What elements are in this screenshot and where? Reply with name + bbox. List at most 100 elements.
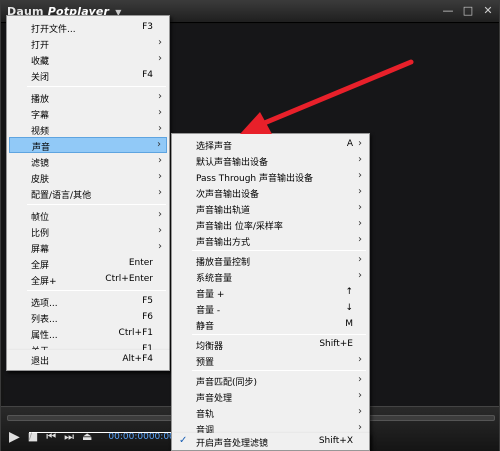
menu-item-label: 开启声音处理滤镜 <box>196 439 269 449</box>
menu-item-shortcut: ↓ <box>345 303 353 313</box>
menu-item-secondary-output[interactable]: 次声音输出设备 › <box>174 185 367 201</box>
chevron-right-icon: › <box>158 91 162 102</box>
menu-item-shortcut: Enter <box>128 258 153 268</box>
menu-item-frame[interactable]: 帧位 › <box>9 208 167 224</box>
window-controls: — □ ✕ <box>441 4 495 18</box>
menu-item-sound[interactable]: 声音 › <box>9 137 167 153</box>
chevron-right-icon: › <box>358 202 362 213</box>
menu-item-default-output[interactable]: 默认声音输出设备 › <box>174 153 367 169</box>
menu-item-options[interactable]: 选项... F5 <box>9 294 167 310</box>
chevron-right-icon: › <box>158 155 162 166</box>
menu-item-label: 静音 <box>196 322 215 332</box>
menu-item-enable-sound-filter[interactable]: ✓ 开启声音处理滤镜 Shift+X <box>174 434 367 450</box>
menu-item-open-file[interactable]: 打开文件... F3 <box>9 20 167 36</box>
menu-item-label: 全屏 <box>31 261 50 271</box>
context-menu: 打开文件... F3 打开 › 收藏 › 关闭 F4 播放 › 字幕 › 视频 › 声音 › 滤… <box>6 15 170 371</box>
minimize-icon[interactable]: — <box>441 4 455 18</box>
menu-item-output-mode[interactable]: 声音输出方式 › <box>174 233 367 249</box>
sound-submenu-footer: ✓ 开启声音处理滤镜 Shift+X <box>171 433 370 451</box>
menu-item-label: 帧位 <box>31 213 50 223</box>
menu-item-ratio[interactable]: 比例 › <box>9 224 167 240</box>
menu-item-label: 比例 <box>31 229 50 239</box>
menu-item-label: 系统音量 <box>196 274 233 284</box>
menu-item-fullscreen[interactable]: 全屏 Enter <box>9 256 167 272</box>
menu-item-playlist[interactable]: 列表... F6 <box>9 310 167 326</box>
menu-item-label: 字幕 <box>31 111 50 121</box>
menu-item-label: 属性... <box>31 331 58 341</box>
menu-separator <box>27 290 166 291</box>
menu-item-volume-control[interactable]: 播放音量控制 › <box>174 253 367 269</box>
menu-item-mute[interactable]: 静音 M <box>174 317 367 333</box>
menu-separator <box>27 204 166 205</box>
menu-item-shortcut: Ctrl+F1 <box>118 328 153 338</box>
menu-item-presets[interactable]: 预置 › <box>174 353 367 369</box>
menu-item-label: 退出 <box>31 357 50 367</box>
menu-item-favorites[interactable]: 收藏 › <box>9 52 167 68</box>
menu-item-shortcut: A <box>346 139 353 149</box>
close-icon[interactable]: ✕ <box>481 4 495 18</box>
menu-item-fullscreen-plus[interactable]: 全屏+ Ctrl+Enter <box>9 272 167 288</box>
menu-item-close[interactable]: 关闭 F4 <box>9 68 167 84</box>
menu-item-shortcut: Shift+X <box>318 436 353 446</box>
menu-item-label: 滤镜 <box>31 159 50 169</box>
menu-item-label: 声音匹配(同步) <box>196 378 258 388</box>
chevron-right-icon: › <box>358 422 362 433</box>
playback-controls: ▶ ■ ⏮ ⏭ ⏏ 00:00:00 / 00:00:00 <box>9 429 189 445</box>
play-icon[interactable]: ▶ <box>9 429 20 445</box>
menu-item-pass-through[interactable]: Pass Through 声音输出设备 › <box>174 169 367 185</box>
menu-item-subtitles[interactable]: 字幕 › <box>9 106 167 122</box>
menu-item-label: 声音输出轨道 <box>196 206 251 216</box>
menu-item-label: 播放音量控制 <box>196 258 251 268</box>
menu-item-playback[interactable]: 播放 › <box>9 90 167 106</box>
menu-item-label: 预置 <box>196 358 215 368</box>
menu-item-shortcut: Alt+F4 <box>122 354 153 364</box>
menu-separator <box>192 334 366 335</box>
chevron-right-icon: › <box>157 139 161 150</box>
menu-item-sound-processing[interactable]: 声音处理 › <box>174 389 367 405</box>
menu-item-select-sound[interactable]: 选择声音 A › <box>174 137 367 153</box>
menu-item-properties[interactable]: 属性... Ctrl+F1 <box>9 326 167 342</box>
menu-item-filters[interactable]: 滤镜 › <box>9 154 167 170</box>
menu-item-equalizer[interactable]: 均衡器 Shift+E <box>174 337 367 353</box>
menu-item-label: 打开文件... <box>31 25 76 35</box>
menu-item-label: 收藏 <box>31 57 50 67</box>
menu-item-bitrate-samplerate[interactable]: 声音输出 位率/采样率 › <box>174 217 367 233</box>
chevron-right-icon: › <box>158 171 162 182</box>
menu-item-exit[interactable]: 退出 Alt+F4 <box>9 352 167 368</box>
menu-item-label: 声音输出 位率/采样率 <box>196 222 283 232</box>
menu-item-shortcut: Shift+E <box>319 339 353 349</box>
menu-separator <box>27 86 166 87</box>
menu-item-label: 声音 <box>32 143 51 153</box>
menu-item-label: 声音输出方式 <box>196 238 251 248</box>
menu-item-sound-sync[interactable]: 声音匹配(同步) › <box>174 373 367 389</box>
maximize-icon[interactable]: □ <box>461 4 475 18</box>
menu-item-open[interactable]: 打开 › <box>9 36 167 52</box>
chevron-right-icon: › <box>158 241 162 252</box>
menu-item-volume-down[interactable]: 音量 - ↓ <box>174 301 367 317</box>
menu-item-shortcut: F5 <box>142 296 153 306</box>
menu-item-label: 声音处理 <box>196 394 233 404</box>
menu-item-video[interactable]: 视频 › <box>9 122 167 138</box>
chevron-right-icon: › <box>158 187 162 198</box>
menu-item-volume-up[interactable]: 音量 + ↑ <box>174 285 367 301</box>
menu-item-label: 屏幕 <box>31 245 50 255</box>
menu-item-label: 音轨 <box>196 410 215 420</box>
menu-item-shortcut: Ctrl+Enter <box>105 274 153 284</box>
menu-item-skins[interactable]: 皮肤 › <box>9 170 167 186</box>
menu-item-shortcut: M <box>345 319 353 329</box>
menu-item-system-volume[interactable]: 系统音量 › <box>174 269 367 285</box>
menu-separator <box>192 250 366 251</box>
menu-item-label: 关闭 <box>31 73 50 83</box>
menu-item-output-track[interactable]: 声音输出轨道 › <box>174 201 367 217</box>
chevron-right-icon: › <box>358 186 362 197</box>
menu-item-shortcut: F3 <box>142 22 153 32</box>
menu-item-label: 皮肤 <box>31 175 50 185</box>
menu-item-label: 次声音输出设备 <box>196 190 260 200</box>
menu-item-config-language[interactable]: 配置/语言/其他 › <box>9 186 167 202</box>
chevron-right-icon: › <box>158 225 162 236</box>
chevron-right-icon: › <box>158 107 162 118</box>
menu-item-label: 列表... <box>31 315 58 325</box>
menu-item-label: 配置/语言/其他 <box>31 191 92 201</box>
menu-item-screen[interactable]: 屏幕 › <box>9 240 167 256</box>
menu-item-audio-track[interactable]: 音轨 › <box>174 405 367 421</box>
